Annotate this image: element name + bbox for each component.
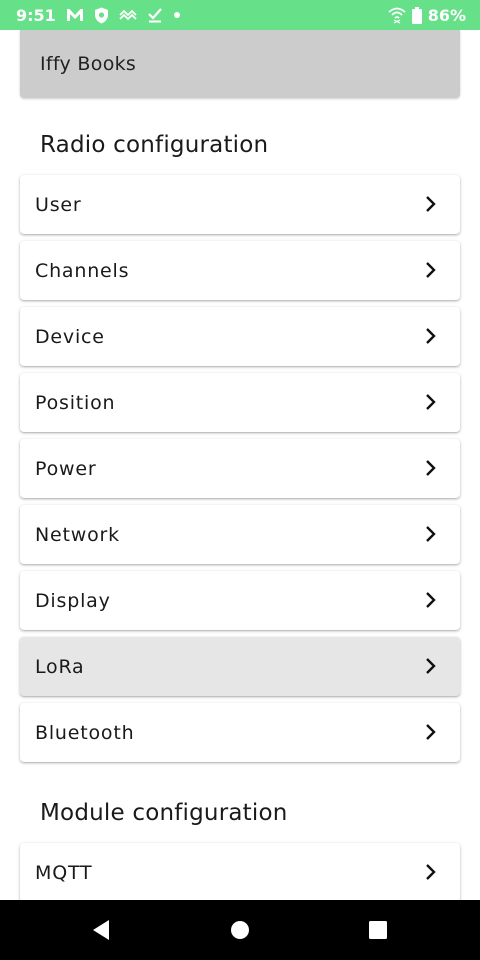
chevron-right-icon — [426, 460, 436, 476]
module-config-title: Module configuration — [40, 800, 288, 826]
settings-item-label: Position — [35, 392, 116, 414]
settings-item-power[interactable]: Power — [20, 439, 460, 498]
chevron-right-icon — [426, 724, 436, 740]
chevron-right-icon — [426, 328, 436, 344]
settings-item-mqtt[interactable]: MQTT — [20, 843, 460, 900]
back-icon[interactable] — [91, 918, 111, 946]
settings-item-label: User — [35, 194, 82, 216]
settings-item-label: LoRa — [35, 656, 85, 678]
settings-item-label: Network — [35, 524, 120, 546]
settings-item-label: Channels — [35, 260, 130, 282]
gmail-icon — [66, 8, 84, 22]
dot-icon — [173, 11, 181, 19]
settings-item-lora[interactable]: LoRa — [20, 637, 460, 696]
settings-item-label: Device — [35, 326, 105, 348]
chevron-right-icon — [426, 592, 436, 608]
settings-item-label: MQTT — [35, 862, 93, 884]
chevron-right-icon — [426, 262, 436, 278]
wifi-icon — [388, 6, 406, 24]
recents-icon[interactable] — [369, 921, 387, 943]
settings-item-channels[interactable]: Channels — [20, 241, 460, 300]
battery-icon — [411, 6, 422, 24]
device-header-card: Iffy Books — [20, 30, 460, 98]
home-icon[interactable] — [230, 920, 250, 944]
shield-icon — [94, 7, 109, 24]
chevron-right-icon — [426, 526, 436, 542]
chevron-right-icon — [426, 658, 436, 674]
battery-percent: 86% — [427, 5, 466, 25]
settings-item-device[interactable]: Device — [20, 307, 460, 366]
status-bar: 9:51 86% — [0, 0, 480, 30]
settings-item-network[interactable]: Network — [20, 505, 460, 564]
settings-item-label: Bluetooth — [35, 722, 135, 744]
check-download-icon — [147, 7, 163, 23]
settings-item-user[interactable]: User — [20, 175, 460, 234]
radio-config-title: Radio configuration — [40, 132, 269, 158]
navigation-bar — [0, 900, 480, 960]
status-time: 9:51 — [16, 5, 56, 25]
chevron-right-icon — [426, 864, 436, 880]
settings-item-bluetooth[interactable]: Bluetooth — [20, 703, 460, 762]
signal-wave-icon — [119, 9, 137, 21]
settings-item-display[interactable]: Display — [20, 571, 460, 630]
settings-item-label: Display — [35, 590, 111, 612]
settings-item-position[interactable]: Position — [20, 373, 460, 432]
settings-item-label: Power — [35, 458, 97, 480]
chevron-right-icon — [426, 394, 436, 410]
settings-content[interactable]: Iffy Books Radio configuration User Chan… — [0, 30, 480, 900]
chevron-right-icon — [426, 196, 436, 212]
device-name: Iffy Books — [40, 53, 137, 75]
